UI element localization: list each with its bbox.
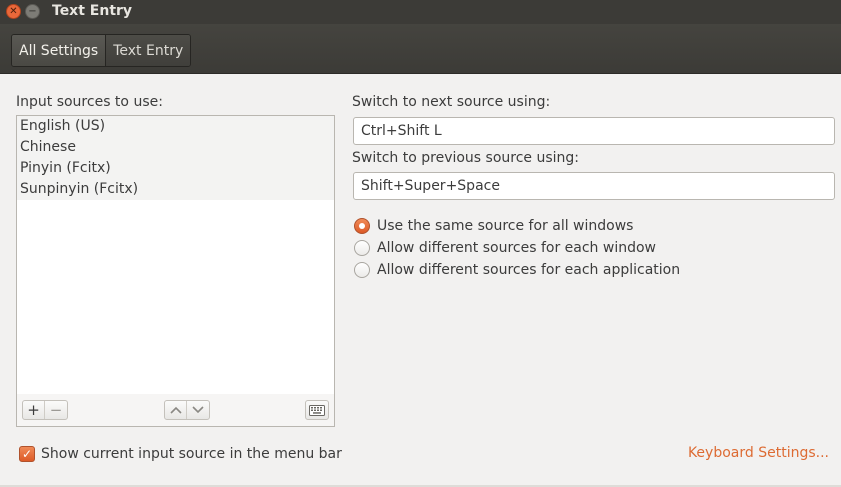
remove-source-button[interactable]: − [45,401,67,419]
keyboard-layout-button[interactable] [306,401,328,419]
radio-per-window[interactable]: Allow different sources for each window [354,237,656,259]
keyboard-icon [309,404,325,416]
title-bar: ✕ − Text Entry [0,0,841,24]
reorder-group [164,400,210,420]
breadcrumb-text-entry[interactable]: Text Entry [106,35,191,66]
list-item[interactable]: Sunpinyin (Fcitx) [17,179,334,200]
checkbox-label: Show current input source in the menu ba… [41,446,342,462]
radio-label: Allow different sources for each applica… [377,262,681,278]
move-up-button[interactable] [165,401,187,419]
close-icon[interactable]: ✕ [6,4,21,19]
move-down-button[interactable] [187,401,209,419]
list-item[interactable]: Chinese [17,137,334,158]
list-item[interactable]: English (US) [17,116,334,137]
next-source-label: Switch to next source using: [352,94,551,110]
prev-source-label: Switch to previous source using: [352,150,580,166]
radio-button[interactable] [354,262,370,278]
radio-label: Allow different sources for each window [377,240,656,256]
chevron-up-icon [169,406,182,414]
add-source-button[interactable]: + [23,401,45,419]
prev-source-shortcut-field[interactable]: Shift+Super+Space [353,172,835,200]
breadcrumb-all-settings[interactable]: All Settings [12,35,107,66]
input-sources-list[interactable]: English (US) Chinese Pinyin (Fcitx) Sunp… [16,115,335,395]
checkmark-icon[interactable]: ✓ [19,446,35,462]
input-sources-toolbar: + − [16,394,335,427]
radio-button[interactable] [354,240,370,256]
window-title: Text Entry [52,3,133,19]
input-sources-label: Input sources to use: [16,94,163,110]
list-item[interactable]: Pinyin (Fcitx) [17,158,334,179]
radio-button-checked[interactable] [354,218,370,234]
keyboard-layout-group [305,400,329,420]
radio-label: Use the same source for all windows [377,218,634,234]
toolbar: All Settings Text Entry [0,24,841,74]
chevron-down-icon [192,406,204,414]
add-remove-group: + − [22,400,68,420]
breadcrumb: All Settings Text Entry [11,34,192,67]
next-source-shortcut-field[interactable]: Ctrl+Shift L [353,117,835,145]
radio-same-source[interactable]: Use the same source for all windows [354,215,633,237]
radio-per-application[interactable]: Allow different sources for each applica… [354,259,680,281]
show-in-menubar-checkbox[interactable]: ✓ Show current input source in the menu … [19,444,342,464]
keyboard-settings-link[interactable]: Keyboard Settings... [688,445,829,461]
minimize-icon[interactable]: − [25,4,40,19]
